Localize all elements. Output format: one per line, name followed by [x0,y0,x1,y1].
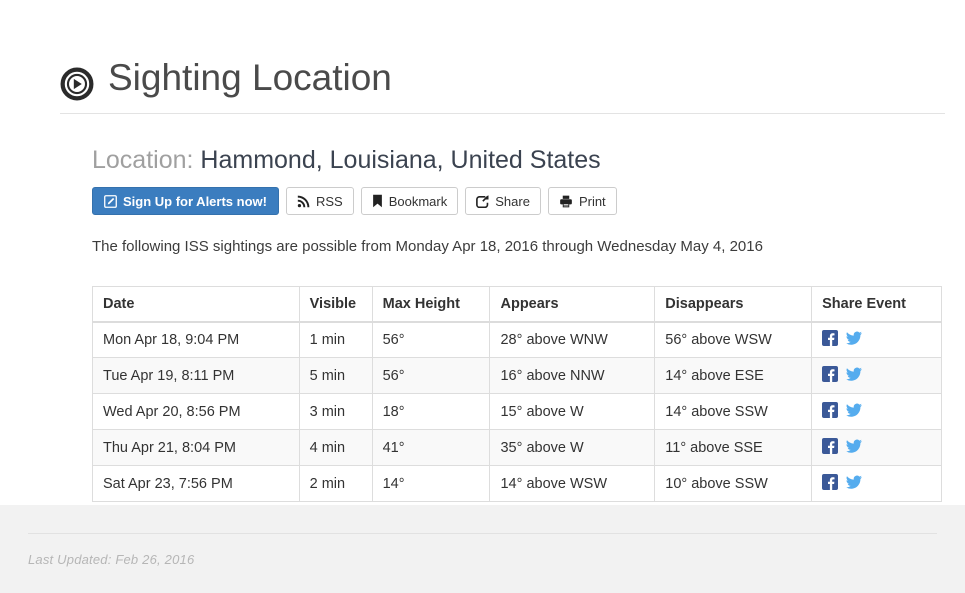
twitter-icon[interactable] [846,366,863,382]
table-row: Wed Apr 20, 8:56 PM 3 min 18° 15° above … [92,393,942,430]
sightings-description: The following ISS sightings are possible… [92,238,763,255]
facebook-icon[interactable] [822,365,839,382]
cell-date: Mon Apr 18, 9:04 PM [92,321,300,358]
footer-divider [28,533,937,534]
cell-appears: 28° above WNW [489,321,656,358]
table-body: Mon Apr 18, 9:04 PM 1 min 56° 28° above … [92,321,942,502]
rss-icon [297,195,310,208]
cell-max-height: 14° [371,465,491,502]
cell-share-event [811,429,942,466]
cell-disappears: 11° above SSE [654,429,813,466]
share-icon-group [822,329,863,346]
table-row: Mon Apr 18, 9:04 PM 1 min 56° 28° above … [92,321,942,358]
cell-share-event [811,321,942,358]
twitter-icon[interactable] [846,474,863,490]
rss-label: RSS [315,193,343,209]
share-icon-group [822,473,863,490]
table-row: Thu Apr 21, 8:04 PM 4 min 41° 35° above … [92,429,942,466]
cell-disappears: 56° above WSW [654,321,813,358]
share-icon [476,194,489,208]
title-divider [60,112,945,114]
cell-date: Thu Apr 21, 8:04 PM [92,429,300,466]
page-header: Sighting Location [60,57,945,114]
cell-visible: 4 min [298,429,373,466]
column-header-max-height: Max Height [371,286,491,323]
sign-up-for-alerts-label: Sign Up for Alerts now! [123,193,267,209]
twitter-icon[interactable] [846,330,863,346]
cell-max-height: 56° [371,357,491,394]
page-title: Sighting Location [108,57,392,98]
bookmark-icon [372,194,383,208]
cell-appears: 15° above W [489,393,656,430]
footer-band [0,505,965,593]
cell-visible: 2 min [298,465,373,502]
facebook-icon[interactable] [822,473,839,490]
column-header-share-event: Share Event [811,286,942,323]
table-row: Sat Apr 23, 7:56 PM 2 min 14° 14° above … [92,465,942,502]
share-icon-group [822,437,863,454]
cell-disappears: 14° above SSW [654,393,813,430]
bookmark-button[interactable]: Bookmark [360,187,459,215]
print-button[interactable]: Print [547,187,617,215]
share-button[interactable]: Share [465,187,541,215]
column-header-appears: Appears [489,286,656,323]
print-icon [559,195,573,208]
last-updated-text: Last Updated: Feb 26, 2016 [28,552,195,567]
facebook-icon[interactable] [822,329,839,346]
cell-share-event [811,465,942,502]
location-label: Location: [92,146,194,174]
share-icon-group [822,401,863,418]
action-toolbar: Sign Up for Alerts now! RSS Bookmark Sha… [92,187,617,215]
table-row: Tue Apr 19, 8:11 PM 5 min 56° 16° above … [92,357,942,394]
rss-button[interactable]: RSS [285,187,354,215]
print-label: Print [578,193,606,209]
cell-appears: 14° above WSW [489,465,656,502]
title-row: Sighting Location [60,57,945,113]
edit-pencil-icon [104,194,117,208]
cell-max-height: 56° [371,321,491,358]
compass-icon [60,63,94,101]
cell-disappears: 10° above SSW [654,465,813,502]
table-header-row: Date Visible Max Height Appears Disappea… [92,286,942,323]
cell-visible: 3 min [298,393,373,430]
cell-max-height: 41° [371,429,491,466]
bookmark-label: Bookmark [388,193,448,209]
column-header-date: Date [92,286,300,323]
twitter-icon[interactable] [846,402,863,418]
column-header-disappears: Disappears [654,286,813,323]
location-value: Hammond, Louisiana, United States [200,146,601,174]
cell-share-event [811,393,942,430]
location-line: Location: Hammond, Louisiana, United Sta… [92,146,601,175]
cell-share-event [811,357,942,394]
cell-disappears: 14° above ESE [654,357,813,394]
cell-appears: 35° above W [489,429,656,466]
cell-visible: 5 min [298,357,373,394]
page-root: Last Updated: Feb 26, 2016 Sighting Loca… [0,0,965,593]
cell-date: Tue Apr 19, 8:11 PM [92,357,300,394]
share-icon-group [822,365,863,382]
cell-visible: 1 min [298,321,373,358]
sign-up-for-alerts-button[interactable]: Sign Up for Alerts now! [92,187,279,215]
cell-date: Sat Apr 23, 7:56 PM [92,465,300,502]
cell-date: Wed Apr 20, 8:56 PM [92,393,300,430]
twitter-icon[interactable] [846,438,863,454]
sightings-table-wrapper: Date Visible Max Height Appears Disappea… [92,286,942,502]
share-label: Share [495,193,530,209]
cell-appears: 16° above NNW [489,357,656,394]
facebook-icon[interactable] [822,437,839,454]
column-header-visible: Visible [298,286,373,323]
sightings-table: Date Visible Max Height Appears Disappea… [92,286,942,502]
cell-max-height: 18° [371,393,491,430]
facebook-icon[interactable] [822,401,839,418]
table-head: Date Visible Max Height Appears Disappea… [92,286,942,323]
